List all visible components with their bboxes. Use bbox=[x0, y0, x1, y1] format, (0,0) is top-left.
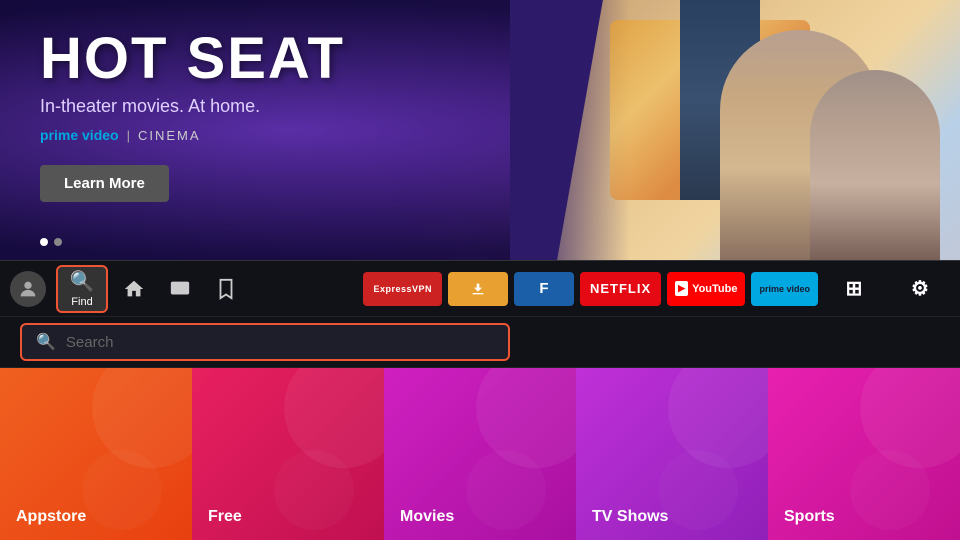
search-bar-area: 🔍 Search bbox=[0, 316, 960, 368]
apps-grid-button[interactable]: ⊞ bbox=[824, 272, 884, 306]
category-tiles: Appstore Free Movies TV Shows Sports bbox=[0, 368, 960, 540]
hero-title: HOT SEAT bbox=[40, 30, 345, 88]
cinema-label: CINEMA bbox=[138, 128, 201, 143]
brand-divider: | bbox=[127, 128, 130, 143]
category-appstore-label: Appstore bbox=[16, 508, 86, 526]
f-app[interactable]: F bbox=[514, 272, 574, 306]
hero-banner: HOT SEAT In-theater movies. At home. pri… bbox=[0, 0, 960, 260]
search-icon: 🔍 bbox=[70, 269, 95, 294]
search-bar[interactable]: 🔍 Search bbox=[20, 323, 510, 361]
prime-video-logo: prime video bbox=[40, 127, 119, 143]
hero-dots bbox=[40, 238, 62, 246]
category-free[interactable]: Free bbox=[192, 368, 384, 540]
dot-1[interactable] bbox=[40, 238, 48, 246]
home-button[interactable] bbox=[114, 269, 154, 309]
prime-video-text: prime video bbox=[40, 127, 119, 143]
learn-more-button[interactable]: Learn More bbox=[40, 165, 169, 202]
bookmark-button[interactable] bbox=[206, 269, 246, 309]
category-movies[interactable]: Movies bbox=[384, 368, 576, 540]
hero-subtitle: In-theater movies. At home. bbox=[40, 96, 345, 117]
find-button[interactable]: 🔍 Find bbox=[56, 265, 108, 313]
youtube-app[interactable]: ▶ YouTube bbox=[667, 272, 745, 306]
dot-2[interactable] bbox=[54, 238, 62, 246]
category-sports[interactable]: Sports bbox=[768, 368, 960, 540]
find-label: Find bbox=[71, 296, 92, 308]
category-appstore[interactable]: Appstore bbox=[0, 368, 192, 540]
hero-brand: prime video | CINEMA bbox=[40, 127, 345, 143]
hero-content: HOT SEAT In-theater movies. At home. pri… bbox=[40, 30, 345, 202]
user-avatar[interactable] bbox=[10, 271, 46, 307]
search-placeholder: Search bbox=[66, 334, 114, 351]
downloader-app[interactable] bbox=[448, 272, 508, 306]
hero-image-area bbox=[510, 0, 960, 260]
app-shortcuts: ExpressVPN F NETFLIX ▶ YouTube prime vid… bbox=[363, 272, 950, 306]
expressvpn-app[interactable]: ExpressVPN bbox=[363, 272, 442, 306]
navbar: 🔍 Find ExpressVPN F NETFLIX ▶ YouTube bbox=[0, 260, 960, 316]
category-tvshows-label: TV Shows bbox=[592, 508, 668, 526]
hero-person-2 bbox=[810, 70, 940, 260]
tv-button[interactable] bbox=[160, 269, 200, 309]
netflix-app[interactable]: NETFLIX bbox=[580, 272, 661, 306]
search-bar-icon: 🔍 bbox=[36, 332, 56, 352]
settings-button[interactable]: ⚙ bbox=[890, 272, 950, 306]
prime-video-app[interactable]: prime video bbox=[751, 272, 818, 306]
category-sports-label: Sports bbox=[784, 508, 835, 526]
category-free-label: Free bbox=[208, 508, 242, 526]
category-tvshows[interactable]: TV Shows bbox=[576, 368, 768, 540]
category-movies-label: Movies bbox=[400, 508, 454, 526]
